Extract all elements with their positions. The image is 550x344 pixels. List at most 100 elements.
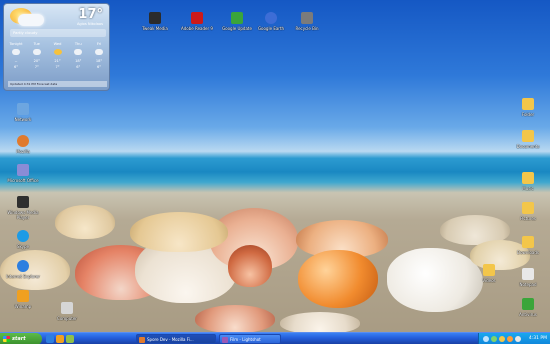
desktop-icon-label: Music	[522, 186, 534, 191]
clock[interactable]: 4:31 PM	[529, 333, 547, 344]
volume-icon[interactable]	[483, 336, 489, 342]
desktop-icon-label: Microsoft Office	[7, 178, 39, 183]
winamp-icon	[17, 290, 29, 302]
desktop-icon-google-earth[interactable]: Google Earth	[254, 12, 288, 31]
desktop-icon-label: Adobe Reader 9	[181, 26, 213, 31]
app-icon	[222, 336, 228, 343]
desktop-icon-label: Google Update	[222, 26, 252, 31]
ie-icon	[17, 260, 29, 272]
taskbar: start Spore Dev - Mozilla Fi... Film - L…	[0, 332, 550, 344]
weather-footer[interactable]: Updated 4:31 PM Forecast data	[8, 81, 107, 87]
desktop-icon-network[interactable]: Network	[6, 103, 40, 122]
folder-icon	[522, 172, 534, 184]
taskbar-button-browser[interactable]: Spore Dev - Mozilla Fi...	[136, 334, 216, 344]
forecast-day: Tue 20° 7°	[27, 42, 47, 70]
folder-icon	[522, 98, 534, 110]
desktop-icon-google-update[interactable]: Google Update	[220, 12, 254, 31]
desktop-icon-computer[interactable]: Computer	[50, 302, 84, 321]
weather-location: Agios Nikolaos	[76, 22, 103, 26]
start-label: start	[12, 336, 26, 342]
forecast-day: Wed 21° 7°	[48, 42, 68, 70]
desktop-icon-winamp[interactable]: Winamp	[6, 290, 40, 309]
cloud-icon	[12, 49, 20, 55]
taskbar-button-label: Film - Lightshot	[230, 337, 261, 342]
desktop-icon-folder[interactable]: Folder	[511, 98, 545, 117]
desktop-icon-media-player[interactable]: Windows Media Player	[6, 196, 40, 220]
desktop-icon-music[interactable]: Music	[511, 172, 545, 191]
notepad-icon	[522, 268, 534, 280]
system-tray: 4:31 PM	[478, 333, 550, 344]
folder-icon	[522, 236, 534, 248]
desktop-icon-mozilla[interactable]: Mozilla	[6, 135, 40, 154]
forecast-day-name: Tonight	[9, 42, 23, 46]
computer-icon	[61, 302, 73, 314]
forecast-day-name: Fri	[96, 42, 102, 46]
forecast-low: 7°	[55, 65, 60, 69]
desktop-icon-adobe-reader[interactable]: Adobe Reader 9	[180, 12, 214, 31]
update-icon[interactable]	[507, 336, 513, 342]
desktop-icon-notepad[interactable]: Notepad	[511, 268, 545, 287]
browser-icon	[17, 135, 29, 147]
sun-icon	[53, 49, 62, 55]
desktop-icon-recycle-bin[interactable]: Recycle Bin	[290, 12, 324, 31]
quick-launch-media-icon[interactable]	[56, 335, 64, 343]
desktop-icon-pictures[interactable]: Pictures	[511, 202, 545, 221]
desktop-icon-antivirus[interactable]: Antivirus	[511, 298, 545, 317]
network-icon	[17, 103, 29, 115]
weather-gadget[interactable]: 17° Agios Nikolaos Partly cloudy Tonight…	[3, 3, 110, 91]
weather-temperature: 17°	[78, 7, 103, 22]
quick-launch-ie-icon[interactable]	[46, 335, 54, 343]
battery-icon[interactable]	[515, 336, 521, 342]
desktop-icon-downloads[interactable]: Downloads	[511, 236, 545, 255]
update-icon	[231, 12, 243, 24]
windows-logo-icon	[3, 336, 10, 342]
taskbar-button-lightshot[interactable]: Film - Lightshot	[219, 334, 281, 344]
desktop-icon-label: Documents	[516, 144, 540, 149]
taskbar-button-label: Spore Dev - Mozilla Fi...	[147, 337, 194, 342]
desktop-icon-tweak-media[interactable]: Tweak Media	[138, 12, 172, 31]
forecast-day-name: Tue	[33, 42, 40, 46]
desktop-icon-videos[interactable]: Videos	[472, 264, 506, 283]
folder-icon	[522, 202, 534, 214]
desktop-icon-microsoft-office[interactable]: Microsoft Office	[6, 164, 40, 183]
desktop-icon-label: Computer	[57, 316, 77, 321]
desktop-icon-internet-explorer[interactable]: Internet Explorer	[6, 260, 40, 279]
desktop-icon-label: Pictures	[520, 216, 536, 221]
forecast-day-name: Thu	[74, 42, 82, 46]
weather-description: Partly cloudy	[10, 29, 106, 37]
desktop-icon-label: Skype	[16, 244, 30, 249]
security-icon[interactable]	[499, 336, 505, 342]
app-icon	[149, 12, 161, 24]
weather-forecast: Tonight -- 6° Tue 20° 7° Wed 21° 7° Thu …	[6, 42, 109, 70]
quick-launch-desktop-icon[interactable]	[66, 335, 74, 343]
desktop-icon-documents[interactable]: Documents	[511, 130, 545, 149]
desktop-icon-skype[interactable]: Skype	[6, 230, 40, 249]
start-button[interactable]: start	[0, 333, 42, 344]
desktop-icon-label: Antivirus	[519, 312, 537, 317]
cloud-icon	[74, 49, 83, 55]
shield-icon	[522, 298, 534, 310]
desktop-icon-label: Tweak Media	[142, 26, 168, 31]
forecast-low: 6°	[96, 65, 102, 69]
desktop-icon-label: Downloads	[517, 250, 539, 255]
office-icon	[17, 164, 29, 176]
desktop-icon-label: Network	[14, 117, 32, 122]
desktop-icon-label: Windows Media Player	[7, 210, 39, 220]
pdf-icon	[191, 12, 203, 24]
network-icon[interactable]	[491, 336, 497, 342]
desktop-icon-label: Mozilla	[16, 149, 30, 154]
desktop-icon-label: Notepad	[519, 282, 537, 287]
desktop-icon-label: Recycle Bin	[295, 26, 319, 31]
browser-icon	[139, 336, 145, 343]
desktop-icon-label: Winamp	[14, 304, 32, 309]
folder-icon	[483, 264, 495, 276]
desktop-icon-label: Internet Explorer	[6, 274, 40, 279]
media-icon	[17, 196, 29, 208]
desktop-icon-label: Folder	[521, 112, 535, 117]
forecast-low: 6°	[76, 65, 81, 69]
cloud-icon	[18, 14, 44, 26]
folder-icon	[522, 130, 534, 142]
desktop-icon-label: Google Earth	[257, 26, 285, 31]
forecast-low: 7°	[34, 65, 39, 69]
forecast-day: Tonight -- 6°	[6, 42, 26, 70]
